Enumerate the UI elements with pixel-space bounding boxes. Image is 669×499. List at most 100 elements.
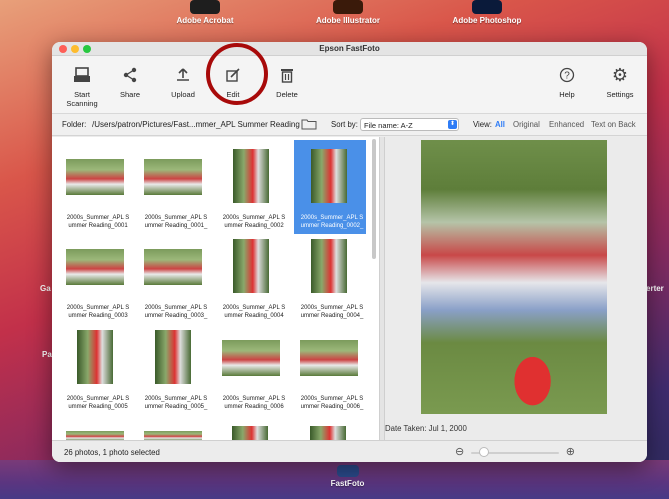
adobe-photoshop-icon[interactable]: Adobe Photoshop xyxy=(452,0,522,25)
preview-photo xyxy=(421,140,607,414)
thumbnail-caption: 2000s_Summer_APL S ummer Reading_0005 xyxy=(66,396,130,410)
help-label: Help xyxy=(559,90,575,99)
desktop-left-label-2: Pa xyxy=(42,350,52,359)
thumbnail-image xyxy=(232,426,268,441)
window-title: Epson FastFoto xyxy=(319,44,380,53)
thumbnail-image xyxy=(222,340,280,376)
thumbnail-image xyxy=(233,239,269,293)
view-option-all[interactable]: All xyxy=(495,120,505,129)
thumbnail-grid[interactable]: 2000s_Summer_APL S ummer Reading_0001 200… xyxy=(52,137,379,441)
photo-count: 26 photos, 1 photo selected xyxy=(64,448,160,457)
titlebar: Epson FastFoto xyxy=(52,42,647,56)
thumbnail-item[interactable]: 2000s_Summer_APL S ummer Reading_0004 xyxy=(218,235,290,325)
folder-icon[interactable] xyxy=(301,118,317,132)
thumbnail-image xyxy=(311,149,347,203)
adobe-illustrator-label: Adobe Illustrator xyxy=(315,16,380,25)
settings-button[interactable]: ⚙ Settings xyxy=(603,64,637,100)
share-label: Share xyxy=(119,90,140,99)
thumbnail-item[interactable]: 2000s_Summer_APL S ummer Reading_0001 xyxy=(62,145,134,235)
adobe-photoshop-label: Adobe Photoshop xyxy=(452,16,522,25)
preview-pane: Date Taken: Jul 1, 2000 xyxy=(385,137,647,441)
thumbnail-image xyxy=(310,426,346,441)
thumbnail-item[interactable]: 2000s_Summer_APL S ummer Reading_0003 xyxy=(62,235,134,325)
upload-button[interactable]: Upload xyxy=(166,64,200,99)
thumbnail-caption: 2000s_Summer_APL S ummer Reading_0003_ xyxy=(144,305,208,319)
gear-icon: ⚙ xyxy=(611,64,629,85)
thumbnail-item[interactable]: 2000s_Summer_APL S ummer Reading_0002_ xyxy=(294,140,368,235)
sort-select[interactable]: File name: A-Z ⬍ xyxy=(360,118,459,131)
fastfoto-dock-label: FastFoto xyxy=(330,479,365,488)
adobe-acrobat-icon[interactable]: Adobe Acrobat xyxy=(175,0,235,25)
scanner-icon xyxy=(69,64,95,86)
desktop-right-label: erter xyxy=(646,284,664,293)
thumbnail-caption: 2000s_Summer_APL S ummer Reading_0004_ xyxy=(300,305,364,319)
upload-icon xyxy=(170,64,196,86)
delete-button[interactable]: Delete xyxy=(272,64,302,99)
thumbnail-image xyxy=(66,159,124,195)
thumbnail-image xyxy=(66,249,124,285)
fastfoto-window: Epson FastFoto Start Scanning Share Uplo… xyxy=(52,42,647,462)
content-area: 2000s_Summer_APL S ummer Reading_0001 200… xyxy=(52,137,647,441)
thumbnail-item[interactable]: 2000s_Summer_APL S ummer Reading_0004_ xyxy=(296,235,368,325)
thumbnail-image xyxy=(144,159,202,195)
view-label: View: xyxy=(473,120,492,129)
adobe-acrobat-label: Adobe Acrobat xyxy=(176,16,234,25)
zoom-control: ⊖ ⊕ xyxy=(455,446,575,458)
start-scanning-label: Start Scanning xyxy=(66,90,98,108)
acrobat-glyph xyxy=(190,0,220,14)
view-option-enhanced[interactable]: Enhanced xyxy=(549,120,584,129)
desktop-left-label-1: Ga xyxy=(40,284,51,293)
thumbnail-item[interactable]: 2000s_Summer_APL S ummer Reading_0005 xyxy=(62,326,134,416)
annotation-circle xyxy=(206,43,268,105)
thumbnail-item[interactable]: 2000s_Summer_APL S ummer Reading_0001_ xyxy=(140,145,212,235)
thumbnail-caption: 2000s_Summer_APL S ummer Reading_0004 xyxy=(222,305,286,319)
minimize-window-button[interactable] xyxy=(71,45,79,53)
sort-label: Sort by: xyxy=(331,120,358,129)
photoshop-glyph xyxy=(472,0,502,14)
thumbnail-item[interactable]: 2000s_Summer_APL S ummer Reading_0006 xyxy=(218,326,290,416)
svg-text:?: ? xyxy=(564,71,570,82)
share-button[interactable]: Share xyxy=(114,64,146,99)
thumbnail-image xyxy=(155,330,191,384)
thumbnail-caption: 2000s_Summer_APL S ummer Reading_0001_ xyxy=(144,215,208,229)
view-option-text-on-back[interactable]: Text on Back xyxy=(591,120,636,129)
thumbnail-partial[interactable] xyxy=(296,426,368,441)
close-window-button[interactable] xyxy=(59,45,67,53)
trash-icon xyxy=(274,64,300,86)
thumbnail-item[interactable]: 2000s_Summer_APL S ummer Reading_0002 xyxy=(218,145,290,235)
zoom-slider-knob[interactable] xyxy=(478,447,489,457)
date-taken: Date Taken: Jul 1, 2000 xyxy=(385,424,467,433)
thumbnail-caption: 2000s_Summer_APL S ummer Reading_0006_ xyxy=(300,396,364,410)
adobe-illustrator-icon[interactable]: Adobe Illustrator xyxy=(313,0,383,25)
zoom-out-icon[interactable]: ⊖ xyxy=(455,445,464,458)
thumbnail-item[interactable]: 2000s_Summer_APL S ummer Reading_0005_ xyxy=(140,326,212,416)
help-icon: ? xyxy=(554,64,580,86)
start-scanning-button[interactable]: Start Scanning xyxy=(64,64,100,108)
folder-label: Folder: xyxy=(62,120,87,129)
thumbnail-image xyxy=(300,340,358,376)
thumbnail-caption: 2000s_Summer_APL S ummer Reading_0006 xyxy=(222,396,286,410)
delete-label: Delete xyxy=(276,90,298,99)
thumbnail-caption: 2000s_Summer_APL S ummer Reading_0001 xyxy=(66,215,130,229)
view-option-original[interactable]: Original xyxy=(513,120,540,129)
folder-path: /Users/patron/Pictures/Fast...mmer_APL S… xyxy=(92,120,300,129)
thumbnail-partial[interactable] xyxy=(218,426,290,441)
help-button[interactable]: ? Help xyxy=(552,64,582,99)
fastfoto-dock-icon[interactable]: FastFoto xyxy=(325,465,370,488)
folder-bar: Folder: /Users/patron/Pictures/Fast...mm… xyxy=(52,114,647,136)
thumbnail-caption: 2000s_Summer_APL S ummer Reading_0002_ xyxy=(300,215,364,229)
thumbnail-image xyxy=(311,239,347,293)
thumbnail-image xyxy=(77,330,113,384)
chevron-updown-icon: ⬍ xyxy=(448,120,457,129)
sort-value: File name: A-Z xyxy=(364,121,413,130)
zoom-window-button[interactable] xyxy=(83,45,91,53)
zoom-in-icon[interactable]: ⊕ xyxy=(566,445,575,458)
toolbar: Start Scanning Share Upload Edit Delete xyxy=(52,56,647,114)
status-bar: 26 photos, 1 photo selected ⊖ ⊕ xyxy=(52,440,647,462)
thumbnail-caption: 2000s_Summer_APL S ummer Reading_0002 xyxy=(222,215,286,229)
thumbnail-item[interactable]: 2000s_Summer_APL S ummer Reading_0003_ xyxy=(140,235,212,325)
thumbnail-item[interactable]: 2000s_Summer_APL S ummer Reading_0006_ xyxy=(296,326,368,416)
grid-scrollbar[interactable] xyxy=(372,139,376,259)
share-icon xyxy=(117,64,143,86)
upload-label: Upload xyxy=(171,90,195,99)
